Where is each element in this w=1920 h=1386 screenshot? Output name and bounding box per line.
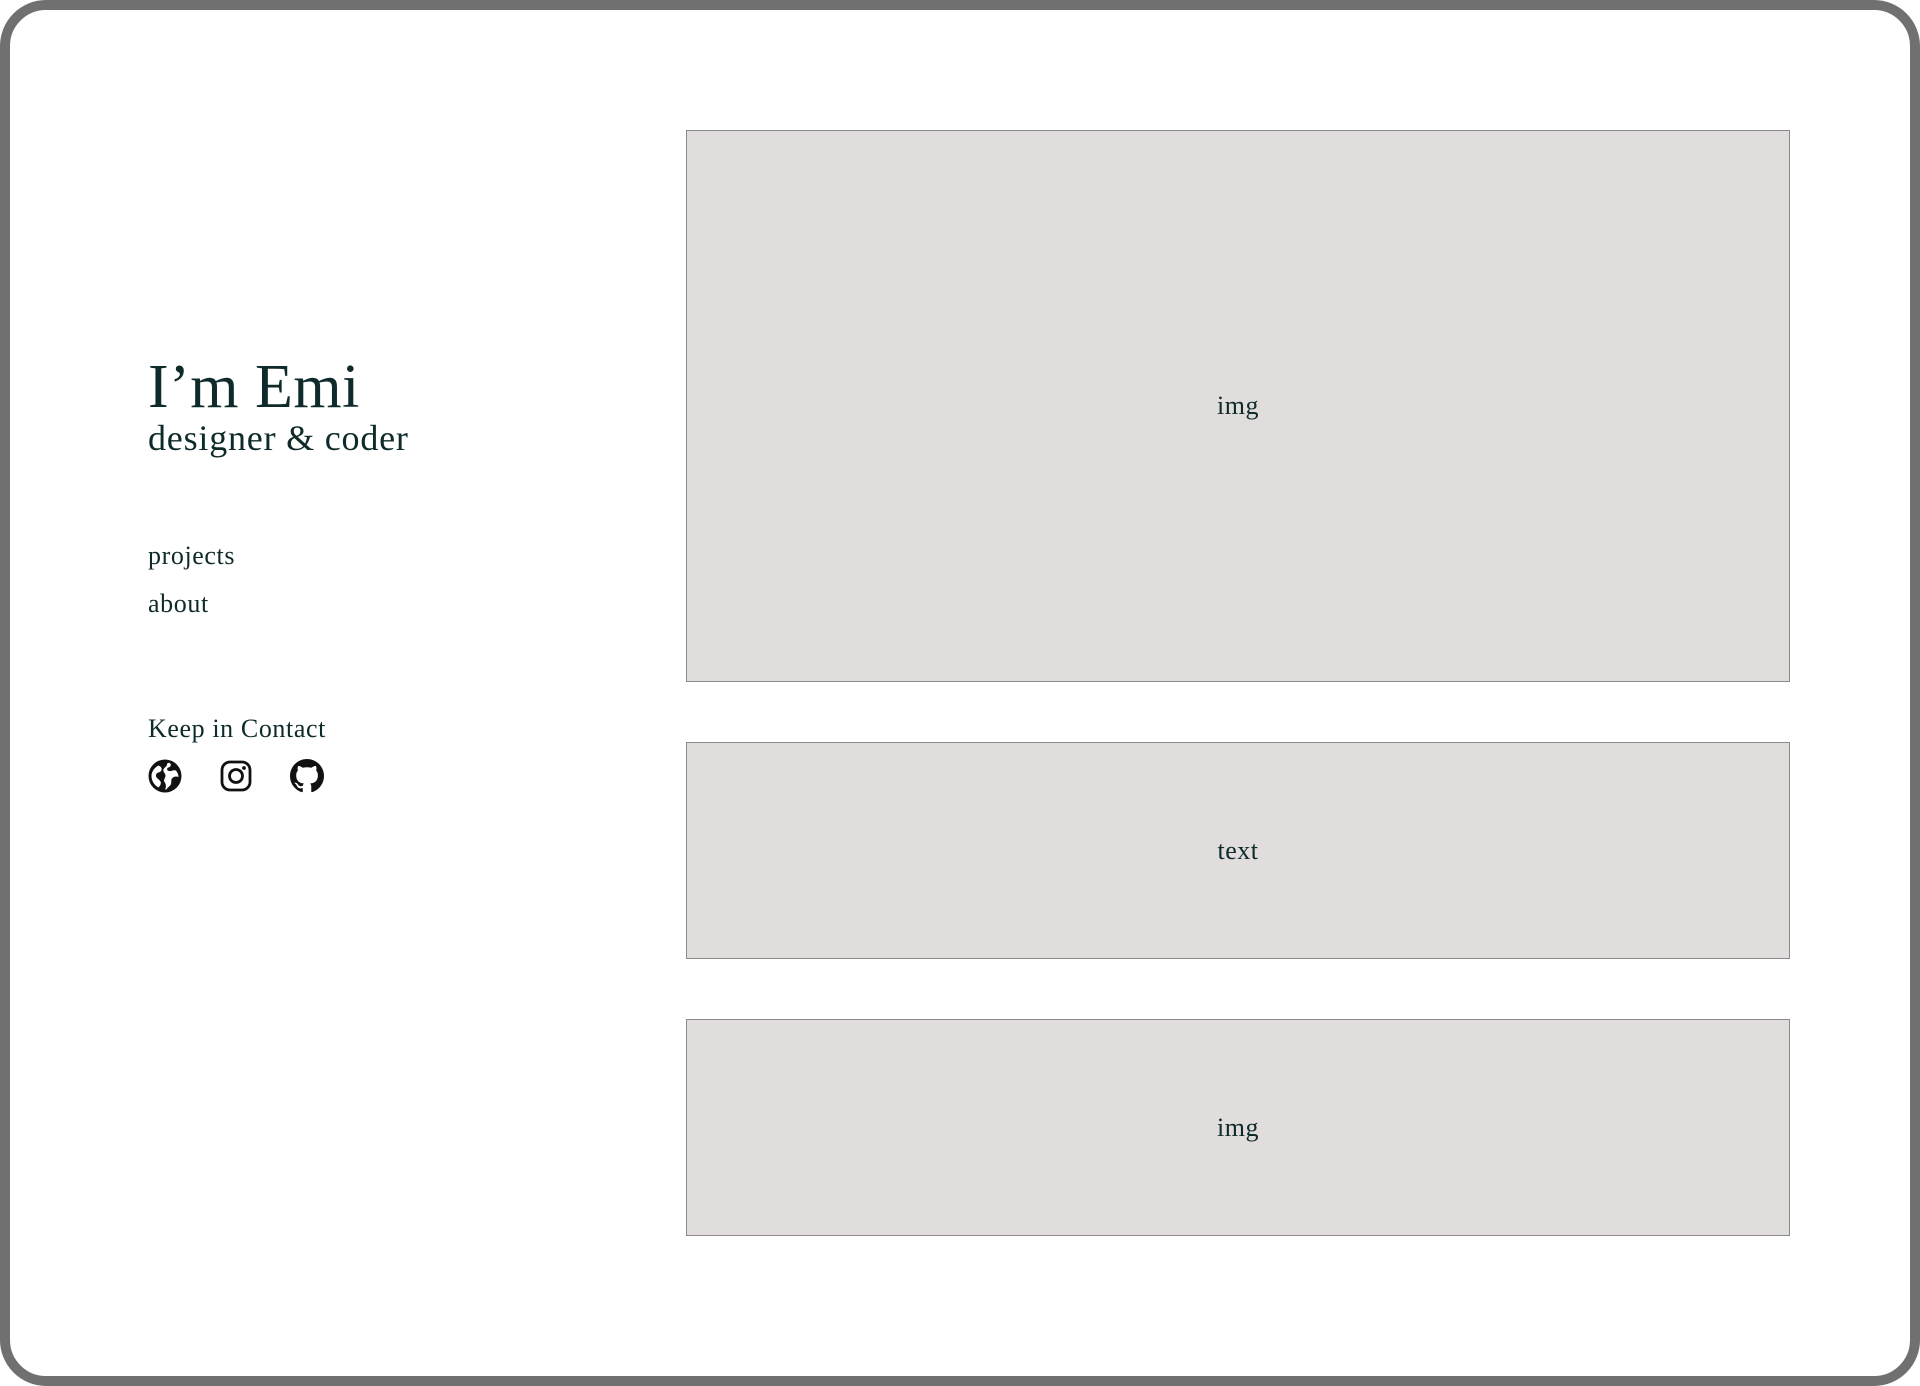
- placeholder-label: img: [1217, 1112, 1259, 1142]
- nav-link-projects[interactable]: projects: [148, 540, 235, 572]
- contact-heading: Keep in Contact: [148, 714, 326, 743]
- image-placeholder-large: img: [686, 130, 1790, 682]
- globe-icon[interactable]: [148, 759, 182, 793]
- main-nav: projects about: [148, 540, 235, 620]
- contact-section: Keep in Contact: [148, 713, 326, 793]
- hero-subtitle: designer & coder: [148, 418, 409, 458]
- placeholder-label: img: [1217, 391, 1259, 420]
- window-frame: I’m Emi designer & coder projects about …: [0, 0, 1920, 1386]
- social-links: [148, 759, 326, 793]
- placeholder-label: text: [1217, 835, 1259, 865]
- hero-title: I’m Emi: [148, 353, 360, 421]
- nav-link-about[interactable]: about: [148, 588, 235, 620]
- text-placeholder: text: [686, 742, 1790, 959]
- github-icon[interactable]: [290, 759, 324, 793]
- image-placeholder-small: img: [686, 1019, 1790, 1236]
- instagram-icon[interactable]: [219, 759, 253, 793]
- intro-header: I’m Emi designer & coder: [148, 355, 568, 457]
